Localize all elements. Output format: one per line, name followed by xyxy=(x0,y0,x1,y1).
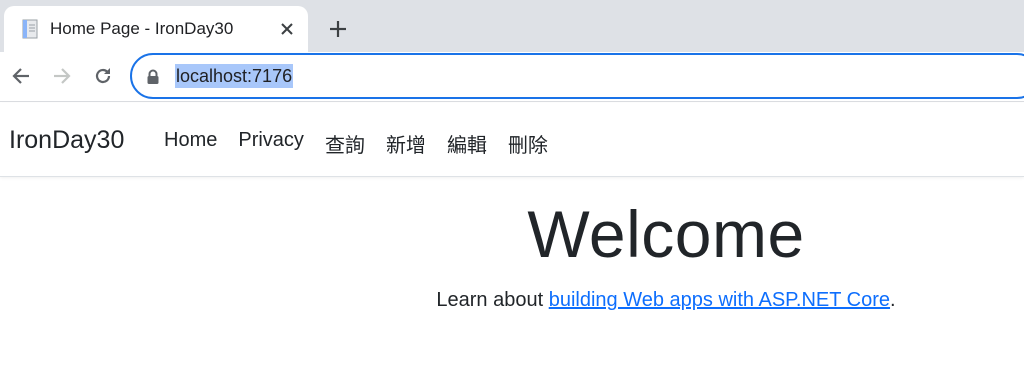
back-arrow-icon[interactable] xyxy=(8,63,34,89)
site-brand-link[interactable]: IronDay30 xyxy=(9,126,124,155)
learn-suffix: . xyxy=(890,289,896,311)
nav-link-delete[interactable]: 刪除 xyxy=(508,129,548,158)
nav-link-create[interactable]: 新增 xyxy=(386,129,426,158)
learn-prefix: Learn about xyxy=(436,289,549,311)
nav-link-home[interactable]: Home xyxy=(164,129,217,158)
reload-icon[interactable] xyxy=(90,63,116,89)
new-tab-plus-icon[interactable] xyxy=(324,15,352,43)
nav-link-edit[interactable]: 編輯 xyxy=(447,129,487,158)
url-text[interactable]: localhost:7176 xyxy=(175,64,294,88)
nav-links: Home Privacy 查詢 新增 編輯 刪除 xyxy=(164,129,569,158)
forward-arrow-icon[interactable] xyxy=(49,63,75,89)
tab-strip: Home Page - IronDay30 xyxy=(0,0,1024,52)
page-heading: Welcome xyxy=(527,197,805,271)
browser-toolbar: localhost:7176 xyxy=(0,52,1024,102)
nav-link-query[interactable]: 查詢 xyxy=(325,129,365,158)
lock-icon[interactable] xyxy=(146,69,160,85)
address-bar[interactable]: localhost:7176 xyxy=(130,53,1024,99)
page-favicon-icon xyxy=(19,18,41,40)
site-navbar: IronDay30 Home Privacy 查詢 新增 編輯 刪除 xyxy=(0,103,1024,177)
tab-title: Home Page - IronDay30 xyxy=(50,19,234,38)
aspnet-docs-link[interactable]: building Web apps with ASP.NET Core xyxy=(549,289,890,311)
learn-paragraph: Learn about building Web apps with ASP.N… xyxy=(0,289,1024,312)
close-icon[interactable] xyxy=(276,18,298,40)
browser-tab[interactable]: Home Page - IronDay30 xyxy=(4,6,308,52)
nav-link-privacy[interactable]: Privacy xyxy=(238,129,304,158)
